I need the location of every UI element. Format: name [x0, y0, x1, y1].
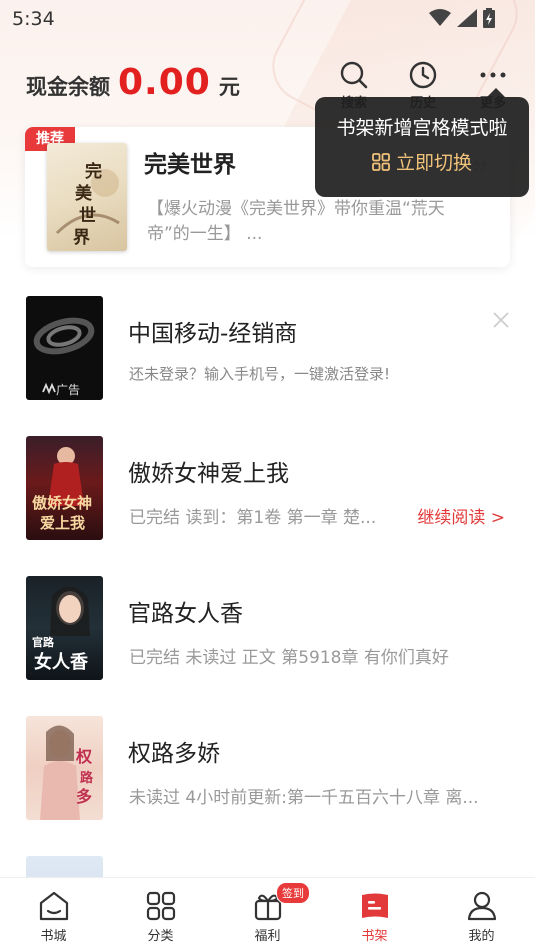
cover-art: 官路 女人香	[32, 586, 90, 673]
close-ad-icon[interactable]	[493, 312, 509, 328]
status-bar: 5:34	[0, 0, 535, 38]
nav-welfare-label: 福利	[254, 929, 281, 944]
recommend-book-cover[interactable]: 完 美 世 界	[47, 143, 127, 251]
nav-mine-label: 我的	[468, 929, 495, 944]
svg-text:美: 美	[75, 183, 93, 204]
recommend-desc: 【爆火动漫《完美世界》带你重温“荒天帝”的一生】 ...	[147, 199, 445, 244]
book-cover[interactable]: 权 路 多	[26, 716, 103, 820]
battery-icon	[483, 8, 495, 28]
cash-label: 现金余额	[26, 75, 110, 99]
ad-subtitle: 还未登录？输入手机号，一键激活登录!	[129, 365, 391, 383]
cover-art: 完 美 世 界	[55, 161, 120, 248]
cover-art: 权 路 多	[40, 725, 94, 820]
nav-bookshelf[interactable]: 书架	[321, 878, 428, 951]
tooltip-message: 书架新增宫格模式啦	[336, 117, 508, 139]
nav-category[interactable]: 分类	[107, 878, 214, 951]
svg-text:多: 多	[76, 787, 92, 806]
nav-bookstore[interactable]: 书城	[0, 878, 107, 951]
switch-grid-button[interactable]: 立即切换	[315, 148, 529, 175]
book-item[interactable]: 权 路 多 权路多娇 未读过 4小时前更新:第一千五百六十八章 离...	[0, 716, 535, 821]
nav-category-label: 分类	[147, 929, 174, 944]
nav-bookshelf-label: 书架	[361, 929, 388, 944]
more-dots-icon	[480, 72, 506, 78]
book-progress: 已完结 未读过 正文 第5918章 有你们真好	[129, 648, 449, 668]
svg-text:权: 权	[75, 747, 93, 766]
search-icon	[340, 61, 368, 89]
svg-text:傲娇女神: 傲娇女神	[32, 494, 92, 512]
grid-mode-tooltip: 书架新增宫格模式啦 立即切换	[315, 88, 529, 197]
status-time: 5:34	[12, 8, 55, 30]
cover-art: 傲娇女神 爱上我	[32, 447, 92, 532]
book-progress: 已完结 读到：第1卷 第一章 楚...	[129, 508, 377, 528]
svg-text:世: 世	[79, 206, 96, 226]
book-title[interactable]: 傲娇女神爱上我	[128, 454, 289, 488]
ad-item[interactable]: 广告 中国移动-经销商 还未登录？输入手机号，一键激活登录!	[0, 296, 535, 401]
book-cover[interactable]: 傲娇女神 爱上我	[26, 436, 103, 540]
wifi-icon	[429, 9, 451, 26]
svg-text:界: 界	[73, 228, 90, 248]
book-progress: 未读过 4小时前更新:第一千五百六十八章 离...	[129, 788, 479, 808]
signal-icon	[457, 9, 477, 27]
user-icon	[467, 891, 496, 921]
nav-mine[interactable]: 我的	[428, 878, 535, 951]
svg-text:官路: 官路	[32, 635, 55, 649]
signin-badge: 签到	[276, 882, 310, 904]
home-icon	[39, 891, 68, 921]
cash-unit: 元	[218, 75, 240, 99]
china-mobile-logo-icon: 广告	[33, 317, 95, 397]
category-grid-icon	[146, 891, 175, 921]
bottom-nav: 书城 分类 签到 福利 书架 我的	[0, 877, 535, 951]
nav-bookstore-label: 书城	[40, 929, 67, 944]
status-icons	[429, 8, 495, 28]
cash-balance: 现金余额 0.00 元	[26, 62, 240, 103]
bookshelf-icon	[361, 893, 388, 918]
svg-text:爱上我: 爱上我	[40, 514, 85, 532]
ad-title[interactable]: 中国移动-经销商	[128, 314, 297, 348]
grid-icon	[372, 152, 390, 171]
svg-text:广告: 广告	[56, 383, 80, 397]
svg-text:女人香: 女人香	[34, 651, 89, 673]
book-item[interactable]: 官路 女人香 官路女人香 已完结 未读过 正文 第5918章 有你们真好	[0, 576, 535, 681]
book-title[interactable]: 官路女人香	[128, 594, 243, 628]
book-title[interactable]: 权路多娇	[128, 734, 220, 768]
svg-text:完: 完	[85, 161, 102, 182]
continue-reading-link[interactable]: 继续阅读 >	[417, 503, 505, 528]
cash-value[interactable]: 0.00	[118, 62, 211, 103]
clock-icon	[409, 61, 437, 89]
book-cover[interactable]: 官路 女人香	[26, 576, 103, 680]
ad-cover[interactable]: 广告	[26, 296, 103, 400]
svg-text:路: 路	[80, 770, 94, 786]
recommend-title[interactable]: 完美世界	[144, 145, 236, 179]
switch-grid-label: 立即切换	[395, 152, 472, 174]
book-item[interactable]: 傲娇女神 爱上我 傲娇女神爱上我 已完结 读到：第1卷 第一章 楚... 继续阅…	[0, 436, 535, 541]
nav-welfare[interactable]: 签到 福利	[214, 878, 321, 951]
